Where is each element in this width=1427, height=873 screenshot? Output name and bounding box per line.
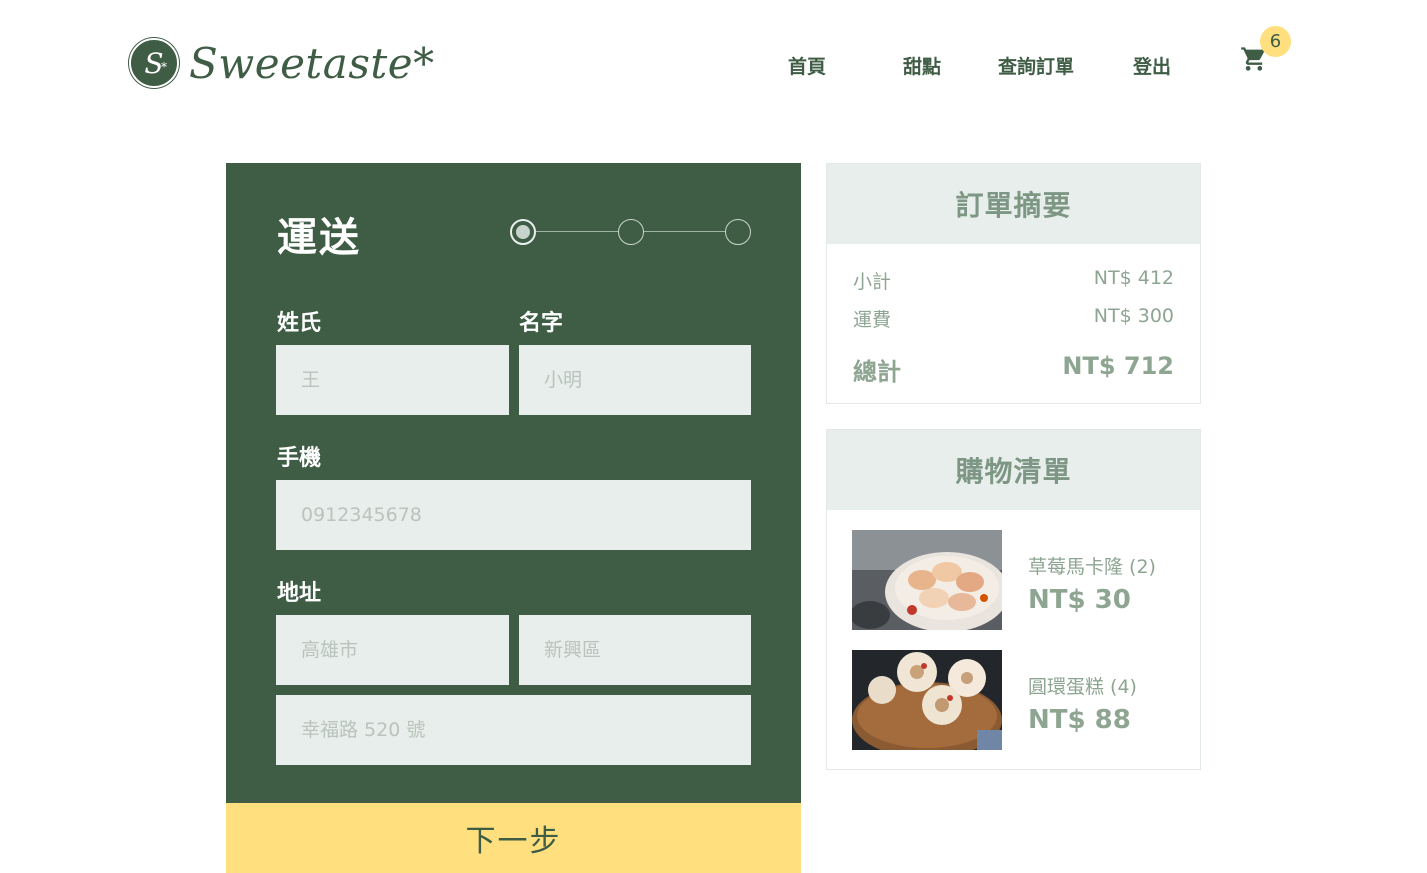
progress-stepper <box>510 218 752 246</box>
step-2-indicator <box>618 219 644 245</box>
cart-item-info: 草莓馬卡隆 (2) NT$ 30 <box>1028 552 1156 615</box>
nav-order-lookup[interactable]: 查詢訂單 <box>998 52 1074 79</box>
nav-home[interactable]: 首頁 <box>788 52 826 79</box>
shipping-fee-label: 運費 <box>853 309 892 331</box>
subtotal-row: 小計 NT$ 412 <box>853 267 1174 294</box>
cart-item-info: 圓環蛋糕 (4) NT$ 88 <box>1028 672 1137 735</box>
step-1-indicator <box>510 219 536 245</box>
form-title: 運送 <box>277 215 361 261</box>
total-row: 總計 NT$ 712 <box>853 352 1174 387</box>
first-name-input[interactable] <box>519 345 751 415</box>
logo-mark-icon: S * <box>129 38 179 88</box>
phone-label: 手機 <box>277 446 322 471</box>
total-value: NT$ 712 <box>1062 352 1174 380</box>
cart-list-title: 購物清單 <box>827 430 1200 510</box>
total-label: 總計 <box>853 358 901 386</box>
subtotal-label: 小計 <box>853 271 892 293</box>
nav-logout[interactable]: 登出 <box>1133 52 1171 79</box>
cart-list-card: 購物清單 草莓馬卡隆 (2) NT$ 30 圓環蛋糕 (4) NT$ 88 <box>826 429 1201 770</box>
cart-item: 圓環蛋糕 (4) NT$ 88 <box>852 650 1176 750</box>
cart-item: 草莓馬卡隆 (2) NT$ 30 <box>852 530 1176 630</box>
brand-logo[interactable]: S * Sweetaste* <box>129 38 435 88</box>
city-input[interactable] <box>276 615 509 685</box>
first-name-label: 名字 <box>519 311 564 336</box>
shipping-form-panel: 運送 姓氏 名字 手機 地址 <box>226 163 801 803</box>
last-name-input[interactable] <box>276 345 509 415</box>
nav-desserts[interactable]: 甜點 <box>903 52 941 79</box>
order-summary-card: 訂單摘要 小計 NT$ 412 運費 NT$ 300 總計 NT$ 712 <box>826 163 1201 404</box>
last-name-label: 姓氏 <box>277 311 322 336</box>
phone-input[interactable] <box>276 480 751 550</box>
shipping-fee-row: 運費 NT$ 300 <box>853 305 1174 332</box>
cart-item-name: 圓環蛋糕 (4) <box>1028 676 1137 698</box>
order-summary-title: 訂單摘要 <box>827 164 1200 244</box>
shipping-fee-value: NT$ 300 <box>1093 305 1174 327</box>
subtotal-value: NT$ 412 <box>1093 267 1174 289</box>
step-connector <box>536 231 618 232</box>
cart-item-name: 草莓馬卡隆 (2) <box>1028 556 1156 578</box>
district-input[interactable] <box>519 615 751 685</box>
cart-item-price: NT$ 88 <box>1028 705 1131 735</box>
cart-count-badge: 6 <box>1260 26 1291 57</box>
step-connector <box>644 231 725 232</box>
logo-star: * <box>161 60 167 74</box>
street-input[interactable] <box>276 695 751 765</box>
next-step-button[interactable]: 下一步 <box>226 803 801 873</box>
address-label: 地址 <box>277 581 322 606</box>
bundt-cake-image <box>852 650 1002 750</box>
macaron-image <box>852 530 1002 630</box>
brand-name: Sweetaste* <box>189 38 435 88</box>
step-3-indicator <box>725 219 751 245</box>
cart-item-price: NT$ 30 <box>1028 585 1131 615</box>
